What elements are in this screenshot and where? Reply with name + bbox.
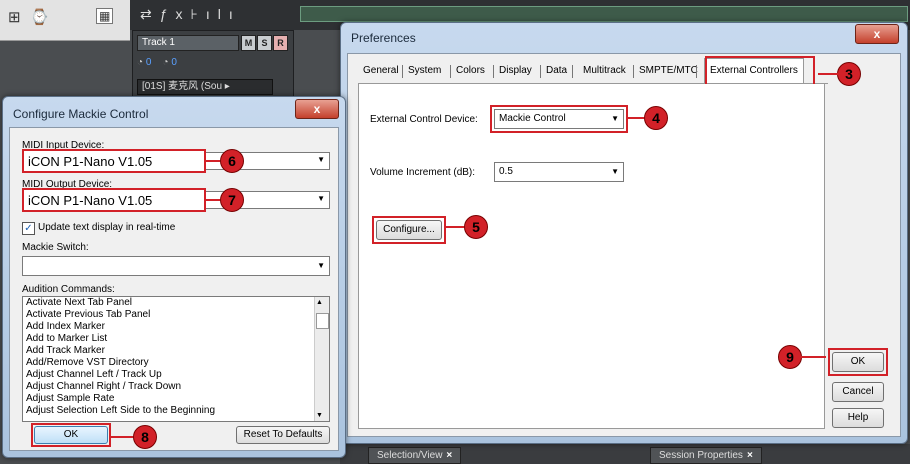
list-item[interactable]: Add Track Marker (23, 345, 329, 357)
close-button[interactable]: x (855, 24, 899, 44)
list-item[interactable]: Activate Previous Tab Panel (23, 309, 329, 321)
tab-display[interactable]: Display (494, 61, 537, 81)
mackie-window: Configure Mackie Control x MIDI Input De… (2, 96, 346, 458)
tab-general[interactable]: General (358, 61, 404, 81)
close-icon[interactable]: × (446, 450, 452, 461)
highlight-midi-output: iCON P1-Nano V1.05 (22, 188, 206, 212)
highlight-ok (31, 423, 111, 447)
daw-left-toolbar: ⊞ ⌚ ▦ (0, 0, 130, 41)
chevron-down-icon: ▼ (317, 261, 325, 270)
meter-icon[interactable]: ılı (206, 6, 241, 22)
solo-button[interactable]: S (257, 35, 272, 51)
preferences-body: General System Colors Display Data Multi… (347, 53, 901, 437)
track-name[interactable]: Track 1 (137, 35, 239, 51)
scroll-down-icon[interactable]: ▼ (316, 412, 323, 419)
scroll-up-icon[interactable]: ▲ (316, 299, 323, 306)
tab-system[interactable]: System (403, 61, 447, 81)
scroll-thumb[interactable] (316, 313, 329, 329)
list-item[interactable]: Adjust Channel Right / Track Down (23, 381, 329, 393)
callout-7: 7 (220, 188, 244, 212)
callout-6: 6 (220, 149, 244, 173)
highlight-ok (828, 348, 888, 376)
highlight-external-controllers (705, 56, 815, 86)
volume-control[interactable]: ◔ 0 ◔ 0 (137, 57, 177, 68)
tab-smpte-mtc[interactable]: SMPTE/MTC (634, 61, 703, 81)
timeline-clip (300, 6, 908, 22)
bottom-panel-tabs: Selection/View × Session Properties × (340, 444, 910, 464)
fx-icon[interactable]: ƒx (160, 6, 191, 22)
tab-panel (358, 84, 825, 429)
highlight-midi-input: iCON P1-Nano V1.05 (22, 149, 206, 173)
volume-value[interactable]: 0 (146, 57, 152, 68)
preferences-window: Preferences x General System Colors Disp… (340, 22, 908, 444)
audition-commands-label: Audition Commands: (22, 284, 115, 295)
help-button[interactable]: Help (832, 408, 884, 428)
update-checkbox-label: Update text display in real-time (38, 222, 176, 233)
device-label: External Control Device: (370, 114, 478, 125)
callout-8: 8 (133, 425, 157, 449)
view-icon[interactable]: ▦ (96, 8, 114, 24)
mackie-switch-select[interactable]: ▼ (22, 256, 330, 276)
tab-data[interactable]: Data (541, 61, 573, 81)
track-input-select[interactable]: [01S] 麦克风 (Sou ▸ (137, 79, 273, 95)
chevron-down-icon: ▼ (317, 194, 325, 203)
exchange-icon[interactable]: ⇄ (140, 6, 160, 22)
highlight-configure (372, 216, 446, 244)
callout-4: 4 (644, 106, 668, 130)
callout-3: 3 (837, 62, 861, 86)
tab-label: Session Properties (659, 450, 743, 461)
record-button[interactable]: R (273, 35, 288, 51)
list-item[interactable]: Adjust Sample Rate (23, 393, 329, 405)
tab-selection-view[interactable]: Selection/View × (368, 447, 462, 464)
highlight-device (490, 105, 628, 133)
midi-input-value: iCON P1-Nano V1.05 (28, 154, 153, 169)
list-item[interactable]: Adjust Selection Left Side to the Beginn… (23, 405, 329, 417)
volume-increment-select[interactable]: 0.5 ▼ (494, 162, 624, 182)
list-scrollbar[interactable]: ▲ ▼ (314, 297, 329, 421)
mackie-switch-label: Mackie Switch: (22, 242, 89, 253)
track-header: Track 1 M S R ◔ 0 ◔ 0 [01S] 麦克风 (Sou ▸ (132, 30, 294, 100)
list-item[interactable]: Activate Next Tab Panel (23, 297, 329, 309)
track-toolbar: ⇄ƒx⊦ılı (140, 6, 241, 23)
pan-value[interactable]: 0 (171, 57, 177, 68)
tab-label: Selection/View (377, 450, 443, 461)
update-checkbox[interactable]: ✓ (22, 222, 35, 235)
split-icon[interactable]: ⊦ (191, 6, 206, 22)
cancel-button[interactable]: Cancel (832, 382, 884, 402)
list-item[interactable]: Add to Marker List (23, 333, 329, 345)
callout-5: 5 (464, 215, 488, 239)
mute-button[interactable]: M (241, 35, 256, 51)
mackie-body: MIDI Input Device: ▼ iCON P1-Nano V1.05 … (9, 127, 339, 451)
audition-commands-list[interactable]: Activate Next Tab Panel Activate Previou… (22, 296, 330, 422)
chevron-down-icon: ▼ (611, 167, 619, 176)
close-icon[interactable]: × (747, 450, 753, 461)
volume-label: Volume Increment (dB): (370, 167, 476, 178)
tab-multitrack[interactable]: Multitrack (578, 61, 631, 81)
list-item[interactable]: Adjust Channel Left / Track Up (23, 369, 329, 381)
window-title: Preferences (351, 31, 416, 45)
chevron-down-icon: ▼ (317, 155, 325, 164)
reset-defaults-button[interactable]: Reset To Defaults (236, 426, 330, 444)
midi-output-value: iCON P1-Nano V1.05 (28, 193, 153, 208)
tab-colors[interactable]: Colors (451, 61, 490, 81)
callout-9: 9 (778, 345, 802, 369)
time-icon[interactable]: ⌚ (30, 8, 49, 26)
snap-icon[interactable]: ⊞ (8, 8, 21, 26)
list-item[interactable]: Add Index Marker (23, 321, 329, 333)
volume-increment-value: 0.5 (499, 166, 513, 177)
list-item[interactable]: Add/Remove VST Directory (23, 357, 329, 369)
window-title: Configure Mackie Control (13, 107, 149, 121)
tab-session-properties[interactable]: Session Properties × (650, 447, 762, 464)
close-button[interactable]: x (295, 99, 339, 119)
